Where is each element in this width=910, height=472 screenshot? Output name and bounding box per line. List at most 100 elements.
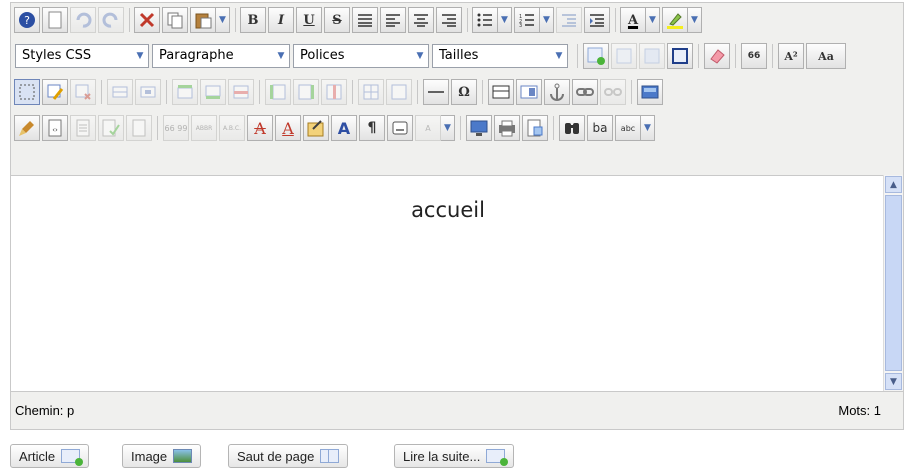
editor-scrollbar[interactable]: ▲ ▼	[883, 175, 903, 391]
bold-button[interactable]: B	[240, 7, 266, 33]
insert-divider-icon[interactable]	[488, 79, 514, 105]
insert-column-after-icon[interactable]	[293, 79, 319, 105]
pilcrow-button[interactable]: ¶	[359, 115, 385, 141]
superscript-button[interactable]: A²	[778, 43, 804, 69]
insert-row-before-icon[interactable]	[172, 79, 198, 105]
cleanup-brush-icon[interactable]	[14, 115, 40, 141]
insert-image-icon[interactable]	[637, 79, 663, 105]
horizontal-rule-icon[interactable]	[423, 79, 449, 105]
cell-properties-icon[interactable]	[135, 79, 161, 105]
preview-icon[interactable]	[466, 115, 492, 141]
attributes-icon[interactable]	[303, 115, 329, 141]
text-color-dropdown-icon[interactable]: ▼	[646, 7, 660, 33]
insert-row-after-icon[interactable]	[200, 79, 226, 105]
absolute-position-icon[interactable]	[667, 43, 693, 69]
insert-layer-icon[interactable]	[583, 43, 609, 69]
paragraph-format-select[interactable]: Paragraphe ▼	[152, 44, 290, 68]
special-character-button[interactable]: Ω	[451, 79, 477, 105]
new-document-icon[interactable]	[42, 7, 68, 33]
editor-status-bar: Chemin: p Mots: 1	[11, 391, 903, 429]
split-cells-icon[interactable]	[358, 79, 384, 105]
bullet-list-dropdown-icon[interactable]: ▼	[498, 7, 512, 33]
spellcheck-button[interactable]: abc	[615, 115, 641, 141]
row-properties-icon[interactable]	[107, 79, 133, 105]
replace-button[interactable]: ba	[587, 115, 613, 141]
font-size-select-label: Tailles	[439, 48, 479, 63]
paste-dropdown-icon[interactable]: ▼	[216, 7, 230, 33]
non-breaking-icon[interactable]	[387, 115, 413, 141]
chevron-down-icon: ▼	[412, 45, 428, 67]
indent-icon[interactable]	[584, 7, 610, 33]
direction-dropdown-icon[interactable]: ▼	[441, 115, 455, 141]
scroll-thumb[interactable]	[885, 195, 902, 371]
direction-button[interactable]: A	[415, 115, 441, 141]
word-count: Mots: 1	[838, 403, 881, 418]
css-styles-select[interactable]: Styles CSS ▼	[15, 44, 149, 68]
acronym-button[interactable]: A.B.C.	[219, 115, 245, 141]
copy-icon[interactable]	[162, 7, 188, 33]
font-style-button[interactable]: Aa	[806, 43, 846, 69]
select-all-icon[interactable]	[126, 115, 152, 141]
editor-content-area[interactable]: accueil	[11, 175, 885, 392]
unlink-icon[interactable]	[600, 79, 626, 105]
paste-icon[interactable]	[190, 7, 216, 33]
cite-button[interactable]: 66 99	[163, 115, 189, 141]
element-path[interactable]: Chemin: p	[15, 403, 74, 418]
fullscreen-icon[interactable]	[522, 115, 548, 141]
article-button[interactable]: Article	[10, 444, 90, 468]
font-family-select[interactable]: Polices ▼	[293, 44, 429, 68]
bullet-list-icon[interactable]	[472, 7, 498, 33]
scroll-down-icon[interactable]: ▼	[885, 373, 902, 390]
blockquote-button[interactable]: 66	[741, 43, 767, 69]
editor-content-text[interactable]: accueil	[11, 198, 885, 222]
styles-button[interactable]: A	[331, 115, 357, 141]
align-left-icon[interactable]	[380, 7, 406, 33]
align-right-icon[interactable]	[436, 7, 462, 33]
search-icon[interactable]	[559, 115, 585, 141]
delete-table-icon[interactable]	[70, 79, 96, 105]
numbered-list-dropdown-icon[interactable]: ▼	[540, 7, 554, 33]
svg-text:?: ?	[24, 14, 30, 27]
spellcheck-dropdown-icon[interactable]: ▼	[641, 115, 655, 141]
html-source-icon[interactable]: ‹›	[42, 115, 68, 141]
align-center-icon[interactable]	[408, 7, 434, 33]
print-icon[interactable]	[494, 115, 520, 141]
paste-text-icon[interactable]	[70, 115, 96, 141]
scroll-up-icon[interactable]: ▲	[885, 176, 902, 193]
justify-icon[interactable]	[352, 7, 378, 33]
insert-column-before-icon[interactable]	[265, 79, 291, 105]
paste-word-icon[interactable]	[98, 115, 124, 141]
redo-icon[interactable]	[98, 7, 124, 33]
abbr-button[interactable]: ABBR	[191, 115, 217, 141]
css-styles-select-label: Styles CSS	[22, 48, 92, 63]
read-more-button[interactable]: Lire la suite...	[394, 444, 515, 468]
outdent-icon[interactable]	[556, 7, 582, 33]
image-button[interactable]: Image	[122, 444, 202, 468]
layer-forward-icon[interactable]	[639, 43, 665, 69]
delete-row-icon[interactable]	[228, 79, 254, 105]
numbered-list-icon[interactable]: 123	[514, 7, 540, 33]
edit-table-icon[interactable]	[42, 79, 68, 105]
help-icon[interactable]: ?	[14, 7, 40, 33]
undo-icon[interactable]	[70, 7, 96, 33]
underline-button[interactable]: U	[296, 7, 322, 33]
strikethrough-button[interactable]: S	[324, 7, 350, 33]
highlight-color-dropdown-icon[interactable]: ▼	[688, 7, 702, 33]
merge-cells-icon[interactable]	[386, 79, 412, 105]
italic-button[interactable]: I	[268, 7, 294, 33]
delete-column-icon[interactable]	[321, 79, 347, 105]
font-size-select[interactable]: Tailles ▼	[432, 44, 568, 68]
highlight-color-icon[interactable]	[662, 7, 688, 33]
insert-link-icon[interactable]	[572, 79, 598, 105]
template-icon[interactable]	[516, 79, 542, 105]
layer-backward-icon[interactable]	[611, 43, 637, 69]
page-break-button[interactable]: Saut de page	[228, 444, 349, 468]
anchor-icon[interactable]	[544, 79, 570, 105]
insert-text-button[interactable]: A	[275, 115, 301, 141]
toolbar-row-3: Ω	[11, 75, 903, 109]
eraser-icon[interactable]	[704, 43, 730, 69]
text-color-button[interactable]: A	[620, 7, 646, 33]
visual-aid-icon[interactable]	[14, 79, 40, 105]
cut-icon[interactable]	[134, 7, 160, 33]
delete-text-button[interactable]: A	[247, 115, 273, 141]
